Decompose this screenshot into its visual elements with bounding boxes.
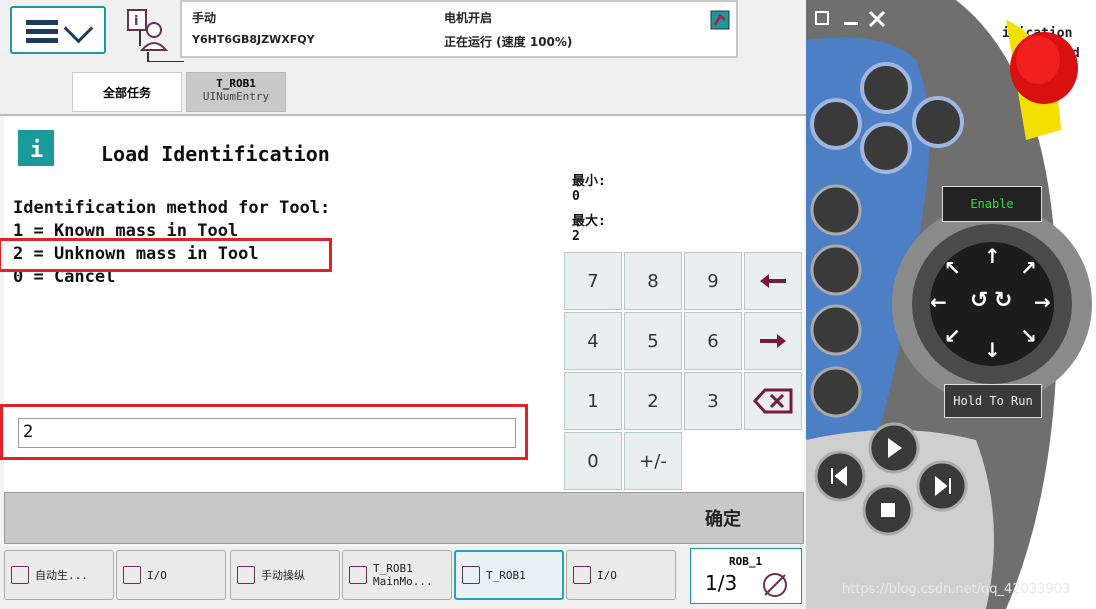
operating-mode: 手动 xyxy=(192,11,217,25)
arrow-left-icon xyxy=(760,274,786,288)
backspace-icon xyxy=(753,388,793,414)
chevron-down-icon xyxy=(63,13,94,44)
dialog-title: Load Identification xyxy=(101,142,330,166)
taskbar-io-1[interactable]: I/O xyxy=(116,550,226,600)
highlight-option-2 xyxy=(0,238,332,272)
tab-all-tasks[interactable]: 全部任务 xyxy=(72,72,182,112)
jog-down-right-icon: ↘ xyxy=(1020,324,1037,348)
taskbar: 自动生... I/O 手动操纵 T_ROB1 MainMo... T_ROB1 I… xyxy=(0,546,806,609)
dialog-content: i Load Identification Identification met… xyxy=(0,116,804,492)
taskbar-io-2[interactable]: I/O xyxy=(566,550,676,600)
flexpendant-screen: i 手动 Y6HT6GB8JZWXFQY 电机开启 正在运行 (速度 100%)… xyxy=(0,0,806,609)
max-value: 2 xyxy=(572,229,580,244)
key-7[interactable]: 7 xyxy=(564,252,622,310)
backspace-button[interactable] xyxy=(744,372,802,430)
arrow-right-icon xyxy=(760,334,786,348)
run-state: 正在运行 (速度 100%) xyxy=(444,35,573,49)
pendant-hardware: ification ed xyxy=(806,0,1096,609)
jog-up-right-icon: ↗ xyxy=(1020,256,1037,280)
jog-down-left-icon: ↙ xyxy=(944,324,961,348)
robot-name: ROB_1 xyxy=(729,555,763,568)
max-label: 最大: xyxy=(572,214,606,229)
quickset-robot-button[interactable]: ROB_1 1/3 xyxy=(690,548,802,604)
jog-down-icon: ↓ xyxy=(984,338,1001,362)
cursor-right-button[interactable] xyxy=(744,312,802,370)
min-label: 最小: xyxy=(572,174,606,189)
tab-t-rob1[interactable]: T_ROB1 UINumEntry xyxy=(186,72,286,112)
watermark: https://blog.csdn.net/qq_42033903 xyxy=(842,582,1071,597)
system-id: Y6HT6GB8JZWXFQY xyxy=(192,33,315,46)
prompt-line-1: Identification method for Tool: xyxy=(13,198,331,218)
highlight-input xyxy=(0,404,528,460)
cursor-left-button[interactable] xyxy=(744,252,802,310)
top-bar: i 手动 Y6HT6GB8JZWXFQY 电机开启 正在运行 (速度 100%) xyxy=(0,0,806,63)
key-2[interactable]: 2 xyxy=(624,372,682,430)
jog-right-icon: → xyxy=(1034,290,1051,314)
hamburger-icon xyxy=(26,20,58,25)
taskbar-auto-production[interactable]: 自动生... xyxy=(4,550,114,600)
motor-state: 电机开启 xyxy=(444,11,493,25)
key-6[interactable]: 6 xyxy=(684,312,742,370)
task-tabs: 全部任务 T_ROB1 UINumEntry xyxy=(0,62,806,116)
operator-info-icon[interactable]: i xyxy=(124,6,172,54)
info-icon: i xyxy=(18,130,54,166)
svg-text:i: i xyxy=(134,14,138,29)
speed-icon xyxy=(763,573,787,597)
svg-text:i: i xyxy=(30,138,43,163)
taskbar-program-editor[interactable]: T_ROB1 MainMo... xyxy=(342,550,452,600)
io-icon xyxy=(123,566,141,584)
jog-up-icon: ↑ xyxy=(984,244,1001,268)
jog-up-left-icon: ↖ xyxy=(944,256,961,280)
jog-left-icon: ← xyxy=(930,290,947,314)
hold-to-run-button[interactable]: Hold To Run xyxy=(944,384,1042,418)
rotate-ccw-icon: ↺ xyxy=(970,288,989,313)
editor-icon xyxy=(462,566,480,584)
pendant-body xyxy=(806,0,1092,609)
taskbar-t-rob1[interactable]: T_ROB1 xyxy=(454,550,564,600)
key-9[interactable]: 9 xyxy=(684,252,742,310)
key-4[interactable]: 4 xyxy=(564,312,622,370)
key-5[interactable]: 5 xyxy=(624,312,682,370)
joystick[interactable]: ↑ ↓ ← → ↖ ↗ ↙ ↘ ↺ ↻ xyxy=(930,244,1051,362)
enable-button[interactable]: Enable xyxy=(942,186,1042,222)
key-3[interactable]: 3 xyxy=(684,372,742,430)
taskbar-jogging[interactable]: 手动操纵 xyxy=(230,550,340,600)
key-1[interactable]: 1 xyxy=(564,372,622,430)
program-icon xyxy=(11,566,29,584)
min-value: 0 xyxy=(572,189,580,204)
io-icon xyxy=(573,566,591,584)
main-menu-button[interactable] xyxy=(10,6,106,54)
task-fraction: 1/3 xyxy=(705,571,738,595)
ok-button[interactable]: 确定 xyxy=(705,505,741,531)
editor-icon xyxy=(349,566,367,584)
rotate-cw-icon: ↻ xyxy=(994,288,1013,313)
action-bar: 确定 xyxy=(4,492,804,544)
key-plus-minus[interactable]: +/- xyxy=(624,432,682,490)
status-panel[interactable]: 手动 Y6HT6GB8JZWXFQY 电机开启 正在运行 (速度 100%) xyxy=(180,0,738,58)
jogging-icon xyxy=(237,566,255,584)
key-8[interactable]: 8 xyxy=(624,252,682,310)
robot-status-icon xyxy=(710,10,730,30)
key-0[interactable]: 0 xyxy=(564,432,622,490)
